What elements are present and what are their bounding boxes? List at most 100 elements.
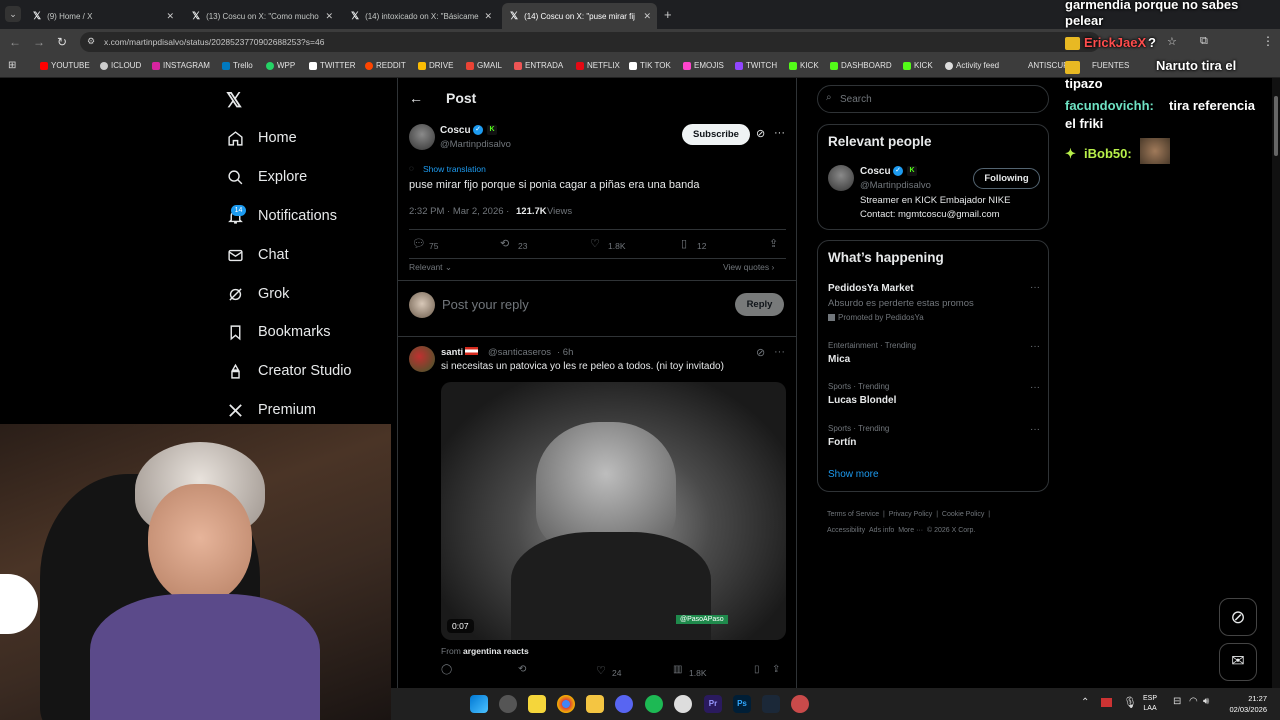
app-icon[interactable] bbox=[499, 695, 517, 713]
close-icon[interactable]: ✕ bbox=[643, 11, 651, 22]
close-icon[interactable]: ✕ bbox=[484, 11, 492, 22]
x-logo-icon[interactable]: 𝕏 bbox=[226, 88, 242, 113]
tab-search-button[interactable]: ⌄ bbox=[5, 6, 21, 22]
subscribe-button[interactable]: Subscribe bbox=[682, 124, 750, 145]
bookmark-item[interactable]: TIK TOK bbox=[629, 61, 671, 70]
nav-premium[interactable]: Premium bbox=[227, 398, 316, 422]
nav-home[interactable]: Home bbox=[227, 126, 297, 150]
show-translation-link[interactable]: Show translation bbox=[423, 164, 486, 174]
bookmark-item[interactable]: REDDIT bbox=[365, 61, 406, 70]
bookmark-item[interactable]: Trello bbox=[222, 61, 253, 70]
trend-item[interactable]: Entertainment · Trending Mica ··· bbox=[828, 341, 1040, 371]
view-quotes-link[interactable]: View quotes › bbox=[723, 262, 774, 272]
show-more-link[interactable]: Show more bbox=[828, 469, 879, 480]
footer-accessibility[interactable]: Accessibility bbox=[827, 527, 865, 534]
more-icon[interactable]: ··· bbox=[1030, 282, 1040, 293]
repost-icon[interactable]: ⟲ bbox=[500, 237, 509, 250]
messages-floating-button[interactable]: ✉ bbox=[1219, 643, 1257, 681]
bookmark-item[interactable]: Activity feed bbox=[945, 61, 999, 70]
reply-handle[interactable]: @santicaseros bbox=[488, 347, 551, 358]
more-icon[interactable]: ··· bbox=[1030, 424, 1040, 435]
more-icon[interactable]: ··· bbox=[1030, 341, 1040, 352]
wifi-icon[interactable]: ◠ bbox=[1189, 696, 1198, 707]
tab-coscu-active[interactable]: 𝕏 (14) Coscu on X: "puse mirar fij ✕ bbox=[502, 3, 657, 29]
post-timestamp[interactable]: 2:32 PM · Mar 2, 2026 · bbox=[409, 206, 509, 217]
chrome-icon[interactable] bbox=[557, 695, 575, 713]
views-icon[interactable]: ▥ bbox=[673, 664, 682, 675]
bookmark-item[interactable]: DASHBOARD bbox=[830, 61, 892, 70]
grok-floating-button[interactable]: ⊘ bbox=[1219, 598, 1257, 636]
github-icon[interactable] bbox=[674, 695, 692, 713]
bookmark-item[interactable]: ENTRADA bbox=[514, 61, 563, 70]
search-input[interactable]: ⌕ Search bbox=[817, 85, 1049, 113]
footer-cookie[interactable]: Cookie Policy bbox=[942, 511, 984, 518]
nav-grok[interactable]: Grok bbox=[227, 282, 289, 306]
person-handle[interactable]: @Martinpdisalvo bbox=[860, 180, 931, 191]
tab-intoxicado[interactable]: 𝕏 (14) intoxicado on X: "Básicame ✕ bbox=[343, 3, 498, 29]
reload-icon[interactable]: ↻ bbox=[57, 35, 67, 49]
windows-start-icon[interactable] bbox=[470, 695, 488, 713]
video-player[interactable]: 0:07 @PasoAPaso bbox=[441, 382, 786, 640]
bookmark-item[interactable]: DRIVE bbox=[418, 61, 453, 70]
new-tab-button[interactable]: + bbox=[664, 7, 672, 22]
bookmark-icon[interactable]: ▯ bbox=[754, 664, 760, 675]
bookmark-item[interactable]: EMOJIS bbox=[683, 61, 724, 70]
url-bar[interactable]: ⚙ x.com/martinpdisalvo/status/2028523770… bbox=[80, 32, 1100, 52]
scrollbar[interactable] bbox=[1272, 78, 1280, 688]
bookmark-item[interactable]: TWITTER bbox=[309, 61, 356, 70]
back-icon[interactable]: ← bbox=[9, 35, 21, 49]
steam-icon[interactable] bbox=[762, 695, 780, 713]
bookmark-item[interactable]: TWITCH bbox=[735, 61, 777, 70]
following-button[interactable]: Following bbox=[973, 168, 1040, 189]
premiere-icon[interactable]: Pr bbox=[704, 695, 722, 713]
more-icon[interactable]: ··· bbox=[774, 127, 785, 139]
more-icon[interactable]: ··· bbox=[774, 346, 785, 358]
language-indicator[interactable]: ESP LAA bbox=[1143, 694, 1157, 714]
chevron-up-icon[interactable]: ⌃ bbox=[1081, 697, 1089, 708]
reply-icon[interactable]: 💬︎ bbox=[412, 237, 426, 250]
like-icon[interactable]: ♡ bbox=[590, 237, 600, 250]
nav-bookmarks[interactable]: Bookmarks bbox=[227, 320, 331, 344]
grok-icon[interactable]: ⊘ bbox=[756, 346, 765, 359]
bookmark-item[interactable]: KICK bbox=[903, 61, 933, 70]
grok-icon[interactable]: ⊘ bbox=[756, 127, 765, 140]
trend-item[interactable]: PedidosYa Market Absurdo es perderte est… bbox=[828, 282, 1040, 326]
reply-author-name[interactable]: santi bbox=[441, 347, 479, 358]
photoshop-icon[interactable]: Ps bbox=[733, 695, 751, 713]
discord-icon[interactable] bbox=[615, 695, 633, 713]
bookmark-item[interactable]: KICK bbox=[789, 61, 819, 70]
reply-avatar[interactable] bbox=[409, 346, 435, 372]
tab-coscu-1[interactable]: 𝕏 (13) Coscu on X: "Como mucho ✕ bbox=[184, 3, 339, 29]
notes-icon[interactable] bbox=[528, 695, 546, 713]
tray-icon[interactable] bbox=[1101, 698, 1112, 707]
nav-chat[interactable]: Chat bbox=[227, 243, 289, 267]
sort-dropdown[interactable]: Relevant ⌄ bbox=[409, 262, 452, 273]
like-icon[interactable]: ♡ bbox=[596, 664, 606, 677]
close-icon[interactable]: ✕ bbox=[325, 11, 333, 22]
footer-privacy[interactable]: Privacy Policy bbox=[889, 511, 933, 518]
bookmark-item[interactable]: ICLOUD bbox=[100, 61, 141, 70]
footer-more[interactable]: More ··· bbox=[898, 527, 923, 534]
reply-input[interactable]: Post your reply bbox=[442, 297, 529, 312]
tab-home[interactable]: 𝕏 (9) Home / X ✕ bbox=[25, 3, 180, 29]
site-info-icon[interactable]: ⚙ bbox=[87, 36, 95, 47]
close-icon[interactable]: ✕ bbox=[166, 11, 174, 22]
author-name[interactable]: Coscu bbox=[440, 125, 471, 136]
bookmark-item[interactable]: NETFLIX bbox=[576, 61, 620, 70]
person-name[interactable]: Coscu bbox=[860, 166, 891, 177]
app-icon[interactable] bbox=[791, 695, 809, 713]
apps-icon[interactable]: ⊞ bbox=[8, 60, 16, 71]
reply-icon[interactable]: ◯ bbox=[441, 664, 452, 675]
nav-explore[interactable]: Explore bbox=[227, 165, 307, 189]
scrollbar-thumb[interactable] bbox=[1274, 96, 1278, 156]
share-icon[interactable]: ⇪ bbox=[769, 237, 778, 250]
person-avatar[interactable] bbox=[828, 165, 854, 191]
bookmark-item[interactable]: INSTAGRAM bbox=[152, 61, 210, 70]
bookmark-item[interactable]: GMAIL bbox=[466, 61, 502, 70]
forward-icon[interactable]: → bbox=[33, 35, 45, 49]
bookmark-item[interactable]: WPP bbox=[266, 61, 295, 70]
reply-button[interactable]: Reply bbox=[735, 293, 784, 316]
more-icon[interactable]: ··· bbox=[1030, 382, 1040, 393]
footer-terms[interactable]: Terms of Service bbox=[827, 511, 879, 518]
nav-creator-studio[interactable]: Creator Studio bbox=[227, 359, 352, 383]
